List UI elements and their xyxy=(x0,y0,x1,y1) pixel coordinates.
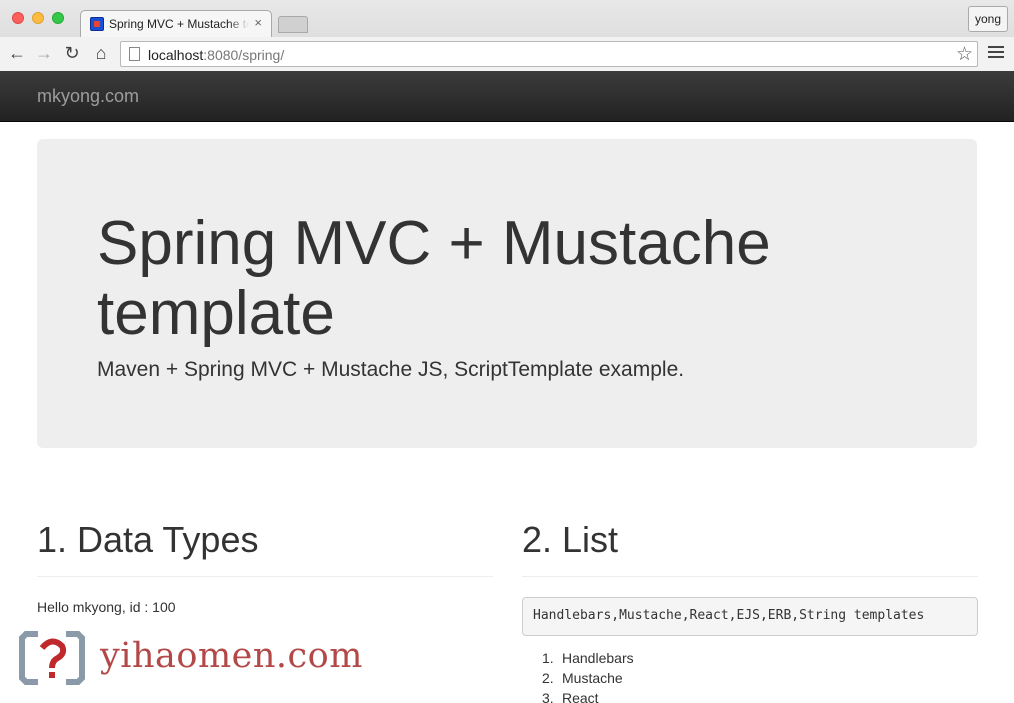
address-bar[interactable]: localhost:8080/spring/ ☆ xyxy=(120,41,978,67)
divider xyxy=(522,576,978,577)
new-tab-button[interactable] xyxy=(278,16,308,33)
page-icon xyxy=(129,47,140,61)
window-maximize-button[interactable] xyxy=(52,12,64,24)
url-host: localhost xyxy=(148,47,204,63)
code-block: Handlebars,Mustache,React,EJS,ERB,String… xyxy=(522,597,978,636)
site-navbar: mkyong.com xyxy=(0,71,1014,122)
list-item: 2. Mustache xyxy=(542,670,623,686)
home-icon[interactable]: ⌂ xyxy=(90,42,112,64)
brand-link[interactable]: mkyong.com xyxy=(37,86,139,107)
bookmark-star-icon[interactable]: ☆ xyxy=(956,43,973,66)
tab-close-icon[interactable]: × xyxy=(254,15,262,30)
menu-icon[interactable] xyxy=(988,46,1004,60)
watermark-text: yihaomen.com xyxy=(100,636,363,676)
browser-chrome: Spring MVC + Mustache template × yong ← … xyxy=(0,0,1014,71)
watermark-logo-icon xyxy=(19,631,85,685)
list-section: 2. List Handlebars,Mustache,React,EJS,ER… xyxy=(522,516,978,703)
page-subtitle: Maven + Spring MVC + Mustache JS, Script… xyxy=(97,358,685,381)
ordered-list: 1. Handlebars 2. Mustache 3. React xyxy=(522,648,978,703)
section-title: 2. List xyxy=(522,519,619,560)
favicon-icon xyxy=(90,17,104,31)
browser-tab[interactable]: Spring MVC + Mustache template × xyxy=(80,10,272,37)
forward-arrow-icon[interactable]: → xyxy=(33,42,55,64)
list-item: 3. React xyxy=(542,690,599,703)
list-item: 1. Handlebars xyxy=(542,650,634,666)
window-close-button[interactable] xyxy=(12,12,24,24)
window-minimize-button[interactable] xyxy=(32,12,44,24)
jumbotron: Spring MVC + Mustache template Maven + S… xyxy=(37,139,977,448)
browser-toolbar: ← → ↻ ⌂ localhost:8080/spring/ ☆ xyxy=(0,37,1014,71)
url-text: localhost:8080/spring/ xyxy=(148,47,284,63)
section-title: 1. Data Types xyxy=(37,519,259,560)
url-path: :8080/spring/ xyxy=(203,47,285,63)
page-title: Spring MVC + Mustache template xyxy=(97,209,771,348)
reload-icon[interactable]: ↻ xyxy=(61,42,83,64)
back-arrow-icon[interactable]: ← xyxy=(6,42,28,64)
data-types-section: 1. Data Types Hello mkyong, id : 100 xyxy=(37,516,493,615)
profile-button[interactable]: yong xyxy=(968,6,1008,32)
hello-text: Hello mkyong, id : 100 xyxy=(37,599,176,615)
divider xyxy=(37,576,493,577)
tab-title: Spring MVC + Mustache template xyxy=(109,17,249,31)
